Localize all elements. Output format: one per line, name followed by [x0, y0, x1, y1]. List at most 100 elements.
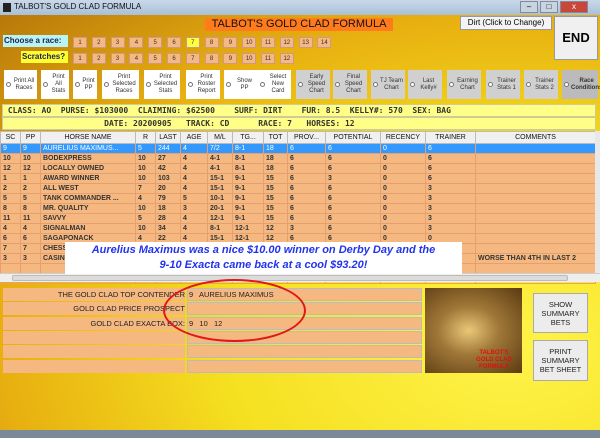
radio-button[interactable] — [260, 82, 265, 87]
cell-comments — [475, 143, 596, 154]
radio-button[interactable] — [6, 82, 11, 87]
table-row[interactable]: 2 2 ALL WEST 7 20 4 15-1 9-1 15 6 6 0 3 — [0, 183, 596, 194]
scratch-button-7[interactable]: 7 — [185, 53, 200, 64]
table-row[interactable]: 12 12 LOCALLY OWNED 10 42 4 4-1 8-1 18 6 6 0 6 — [0, 163, 596, 174]
scratch-button-2[interactable]: 2 — [91, 53, 106, 64]
race-button-6[interactable]: 6 — [167, 37, 181, 48]
radio-button[interactable] — [564, 82, 569, 87]
cell-prov: 6 — [287, 153, 326, 164]
maximize-button[interactable]: □ — [540, 1, 558, 13]
close-button[interactable]: x — [560, 1, 588, 13]
column-header[interactable]: PP — [20, 131, 41, 144]
race-button-3[interactable]: 3 — [110, 37, 125, 48]
radio-button[interactable] — [104, 82, 109, 87]
race-button-2[interactable]: 2 — [91, 37, 106, 48]
scratch-button-3[interactable]: 3 — [110, 53, 125, 64]
option-trainer-stats-1[interactable]: Trainer Stats 1 — [486, 70, 520, 99]
column-header[interactable]: TG... — [232, 131, 264, 144]
column-header[interactable]: TRAINER — [425, 131, 476, 144]
radio-button[interactable] — [298, 82, 303, 87]
show-summary-bets-button[interactable]: SHOW SUMMARY BETS — [533, 293, 588, 333]
race-button-8[interactable]: 8 — [204, 37, 219, 48]
cell-pp: 11 — [20, 213, 41, 224]
column-header[interactable]: RECENCY — [380, 131, 426, 144]
column-header[interactable]: TOT — [263, 131, 288, 144]
end-button[interactable]: END — [554, 16, 598, 60]
horizontal-scroll-thumb[interactable] — [12, 275, 568, 281]
option-earning-chart[interactable]: Earning Chart — [447, 70, 481, 99]
radio-button[interactable] — [488, 82, 493, 87]
scratch-button-5[interactable]: 5 — [148, 53, 163, 64]
table-row[interactable]: 11 11 SAVVY 5 28 4 12-1 9-1 15 6 6 0 3 — [0, 213, 596, 224]
race-button-11[interactable]: 11 — [261, 37, 275, 48]
column-header[interactable]: M/L — [207, 131, 233, 144]
race-button-12[interactable]: 12 — [279, 37, 294, 48]
scratch-button-8[interactable]: 8 — [204, 53, 219, 64]
surface-toggle-button[interactable]: Dirt (Click to Change) — [460, 16, 552, 30]
option-early-speed-chart[interactable]: Early Speed Chart — [296, 70, 330, 99]
cell-trainer: 3 — [425, 213, 476, 224]
window-titlebar: TALBOT'S GOLD CLAD FORMULA — [0, 0, 600, 15]
column-header[interactable]: LAST — [155, 131, 181, 144]
summary-label: GOLD CLAD PRICE PROSPECT — [3, 302, 185, 316]
scratch-button-12[interactable]: 12 — [279, 53, 294, 64]
option-last-kelly-[interactable]: Last Kelly# — [408, 70, 442, 99]
scratch-button-1[interactable]: 1 — [73, 53, 87, 64]
option-select-new-card[interactable]: Select New Card — [258, 70, 291, 99]
scratch-button-11[interactable]: 11 — [261, 53, 275, 64]
radio-button[interactable] — [146, 82, 151, 87]
race-button-4[interactable]: 4 — [129, 37, 144, 48]
column-header[interactable]: PROV... — [287, 131, 326, 144]
race-button-9[interactable]: 9 — [223, 37, 238, 48]
option-print-all-stats[interactable]: Print All Stats — [41, 70, 69, 99]
race-button-13[interactable]: 13 — [298, 37, 313, 48]
vertical-scrollbar[interactable] — [595, 131, 600, 274]
cell-potential: 6 — [325, 163, 381, 174]
scratch-button-6[interactable]: 6 — [167, 53, 181, 64]
table-row[interactable]: 5 5 TANK COMMANDER ... 4 79 5 10-1 9-1 15 6 6 0 3 — [0, 193, 596, 204]
radio-button[interactable] — [335, 82, 340, 87]
option-print-selected-stats[interactable]: Print Selected Stats — [144, 70, 180, 99]
column-header[interactable]: AGE — [180, 131, 208, 144]
radio-button[interactable] — [75, 82, 80, 87]
option-tj-team-chart[interactable]: TJ Team Chart — [371, 70, 405, 99]
scratch-button-10[interactable]: 10 — [242, 53, 257, 64]
print-summary-bet-sheet-button[interactable]: PRINT SUMMARY BET SHEET — [533, 340, 588, 381]
option-print-roster-report[interactable]: Print Roster Report — [186, 70, 220, 99]
cell-sc: 1 — [0, 173, 21, 184]
column-header[interactable]: R — [135, 131, 156, 144]
option-print-pp[interactable]: Print PP — [73, 70, 97, 99]
radio-button[interactable] — [526, 82, 531, 87]
option-print-selected-races[interactable]: Print Selected Races — [102, 70, 139, 99]
option-final-speed-chart[interactable]: Final Speed Chart — [333, 70, 367, 99]
option-show-pp[interactable]: Show PP — [224, 70, 258, 99]
table-row[interactable]: 9 9 AURELIUS MAXIMUS... 5 244 4 7/2 8-1 18 6 6 0 6 — [0, 143, 596, 154]
column-header[interactable]: COMMENTS — [475, 131, 596, 144]
radio-button[interactable] — [43, 82, 48, 87]
race-button-14[interactable]: 14 — [317, 37, 332, 48]
radio-button[interactable] — [410, 82, 415, 87]
radio-button[interactable] — [226, 82, 231, 87]
table-row[interactable]: 4 4 SIGNALMAN 10 34 4 8-1 12-1 12 3 6 0 3 — [0, 223, 596, 234]
radio-button[interactable] — [373, 82, 378, 87]
race-button-5[interactable]: 5 — [148, 37, 163, 48]
table-row[interactable]: 8 8 MR. QUALITY 10 18 3 20-1 9-1 15 6 6 0 3 — [0, 203, 596, 214]
scratch-button-4[interactable]: 4 — [129, 53, 144, 64]
column-header[interactable]: POTENTIAL — [325, 131, 381, 144]
option-print-all-races[interactable]: Print All Races — [4, 70, 37, 99]
option-race-conditions[interactable]: Race Conditions — [562, 70, 600, 99]
cell-tg: 9-1 — [232, 193, 264, 204]
table-row[interactable]: 1 1 AWARD WINNER 10 103 4 15-1 9-1 15 6 3 0 6 — [0, 173, 596, 184]
minimize-button[interactable]: – — [520, 1, 538, 13]
column-header[interactable]: SC — [0, 131, 21, 144]
table-row[interactable]: 10 10 BODEXPRESS 10 27 4 4-1 8-1 18 6 6 0 6 — [0, 153, 596, 164]
cell-pp: 2 — [20, 183, 41, 194]
race-button-1[interactable]: 1 — [73, 37, 87, 48]
radio-button[interactable] — [449, 82, 454, 87]
scratch-button-9[interactable]: 9 — [223, 53, 238, 64]
radio-button[interactable] — [188, 82, 193, 87]
race-button-10[interactable]: 10 — [242, 37, 257, 48]
race-button-7[interactable]: 7 — [185, 37, 200, 48]
column-header[interactable]: HORSE NAME — [40, 131, 136, 144]
option-trainer-stats-2[interactable]: Trainer Stats 2 — [524, 70, 558, 99]
